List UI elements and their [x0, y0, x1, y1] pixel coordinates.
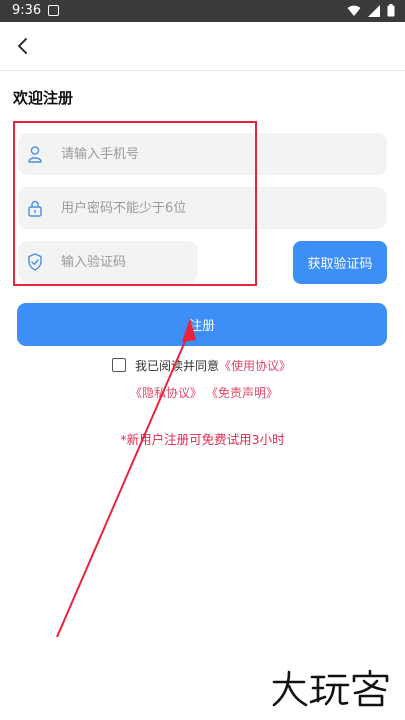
notification-icon — [48, 5, 59, 16]
disclaimer-link[interactable]: 《免责声明》 — [206, 384, 278, 401]
back-arrow-icon — [18, 38, 27, 54]
code-input[interactable] — [61, 241, 191, 283]
lock-icon — [28, 200, 42, 217]
back-button[interactable] — [8, 32, 36, 60]
status-icons — [347, 4, 395, 17]
policy-links: 《隐私协议》 《免责声明》 — [130, 384, 278, 401]
signal-icon — [368, 4, 380, 17]
agreement-row: 我已阅读并同意 《使用协议》 — [112, 356, 291, 374]
battery-icon — [387, 4, 395, 17]
agree-checkbox[interactable] — [112, 358, 126, 372]
phone-input[interactable] — [61, 133, 321, 175]
status-time: 9:36 — [12, 3, 42, 18]
agreement-prefix: 我已阅读并同意 — [135, 358, 220, 373]
terms-link[interactable]: 《使用协议》 — [219, 357, 291, 374]
wifi-icon — [347, 5, 361, 16]
watermark-logo — [272, 669, 389, 707]
privacy-link[interactable]: 《隐私协议》 — [130, 384, 202, 401]
password-input[interactable] — [61, 187, 321, 229]
code-field[interactable] — [18, 241, 198, 283]
get-code-button[interactable]: 获取验证码 — [293, 241, 387, 284]
promo-text: *新用户注册可免费试用3小时 — [120, 432, 285, 447]
register-button[interactable]: 注册 — [17, 303, 387, 346]
password-field[interactable] — [18, 187, 387, 229]
page-title: 欢迎注册 — [13, 89, 74, 107]
shield-check-icon — [28, 253, 42, 271]
top-bar — [0, 22, 405, 71]
status-bar: 9:36 — [0, 0, 405, 22]
phone-field[interactable] — [18, 133, 387, 175]
user-icon — [28, 146, 42, 163]
